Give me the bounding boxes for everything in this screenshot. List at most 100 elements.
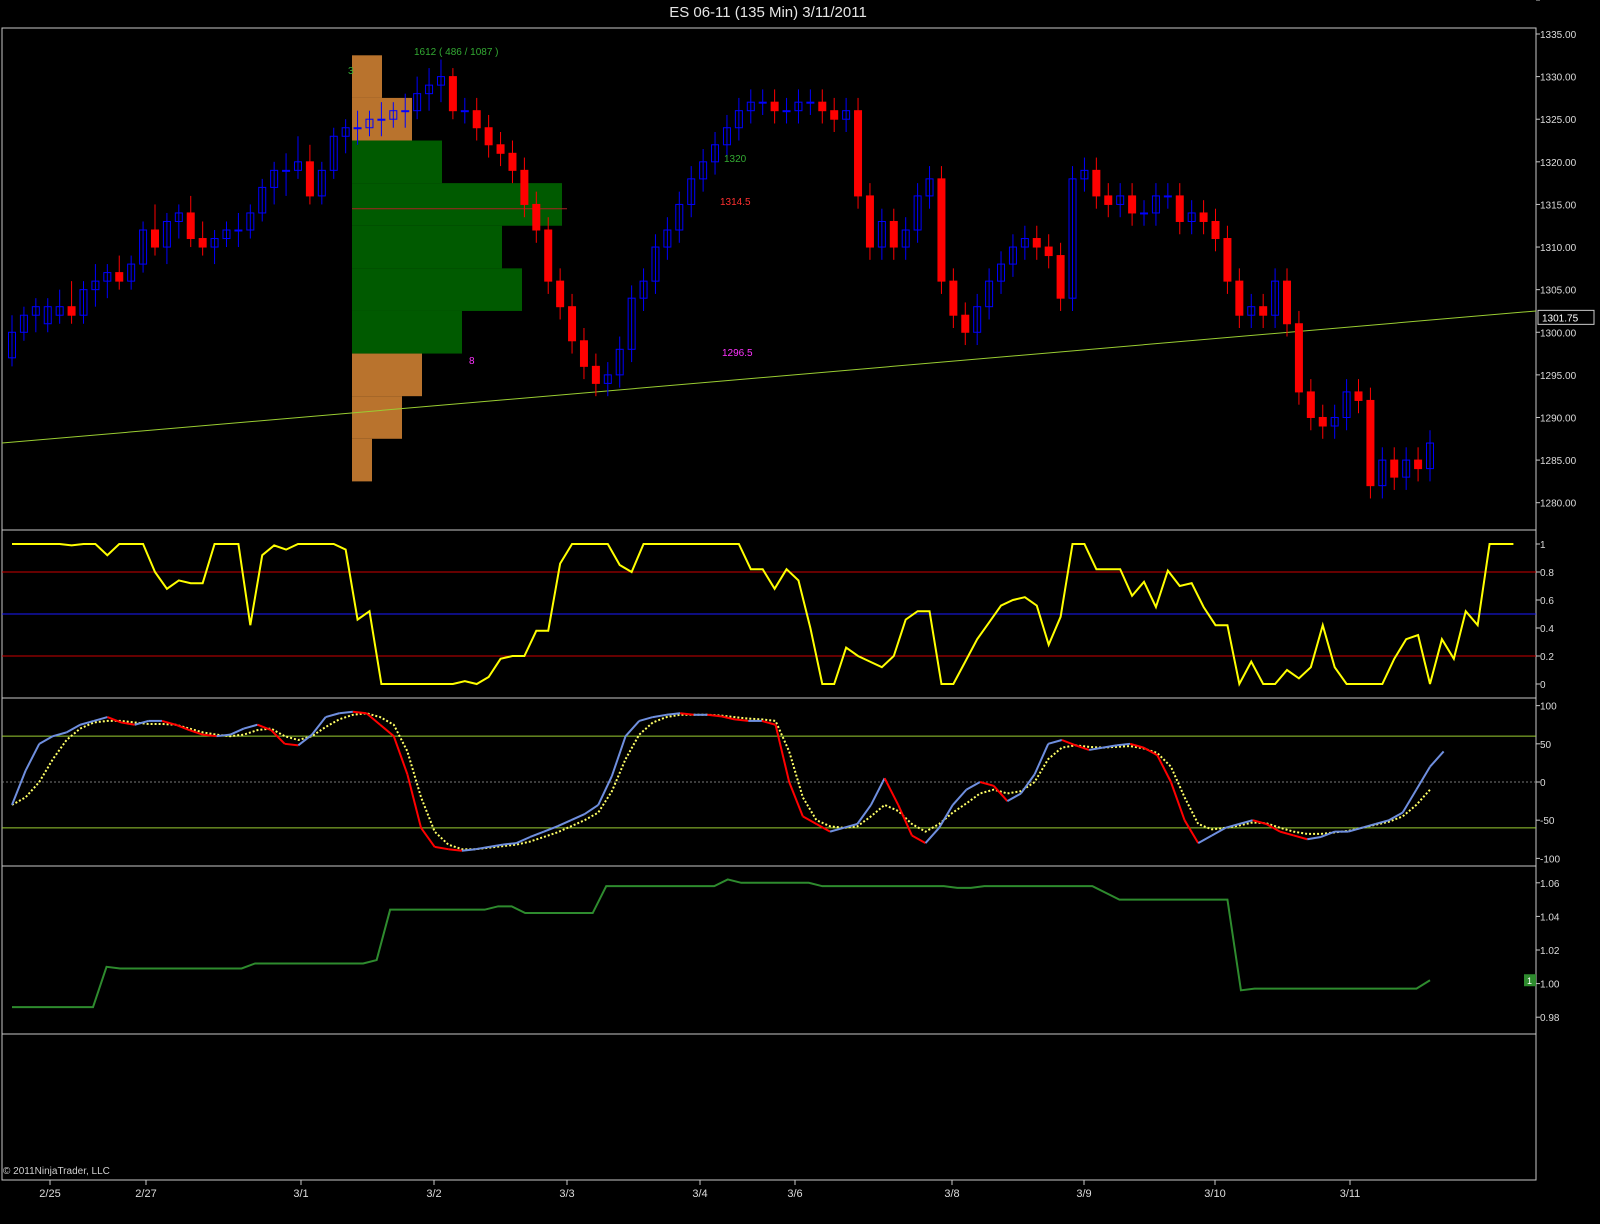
candle-body bbox=[1032, 238, 1041, 248]
axis-tick-label: 1 bbox=[1540, 540, 1546, 551]
axis-tick-label: 1325.00 bbox=[1540, 115, 1577, 126]
axis-tick-label: 1300.00 bbox=[1540, 328, 1577, 339]
stoch-k-segment bbox=[802, 815, 817, 825]
stoch-k-segment bbox=[311, 716, 327, 736]
axis-tick-label: 1295.00 bbox=[1540, 371, 1577, 382]
trend-line bbox=[1, 310, 1537, 444]
stoch-k-segment bbox=[897, 804, 913, 836]
candle-body bbox=[854, 110, 863, 197]
volume-profile-bar bbox=[352, 438, 372, 482]
axis-tick-label: 1320.00 bbox=[1540, 158, 1577, 169]
candle-body bbox=[448, 76, 457, 112]
candle-body bbox=[556, 280, 565, 308]
axis-tick-label: -50 bbox=[1540, 816, 1555, 827]
stoch-k-segment bbox=[339, 710, 353, 715]
date-label: 2/27 bbox=[135, 1188, 156, 1200]
candle-body bbox=[282, 169, 291, 172]
stoch-k-segment bbox=[284, 742, 299, 747]
stoch-k-segment bbox=[243, 723, 258, 730]
candle-body bbox=[1235, 280, 1244, 316]
candle-body bbox=[568, 306, 577, 342]
profile-count-label: 3 bbox=[348, 66, 354, 77]
date-label: 3/4 bbox=[692, 1188, 707, 1200]
candle-body bbox=[818, 101, 827, 112]
stoch-k-segment bbox=[134, 719, 149, 726]
candle-body bbox=[937, 178, 946, 282]
stoch-k-segment bbox=[924, 827, 940, 844]
axis-tick-label: 1.00 bbox=[1540, 980, 1560, 991]
candle-body bbox=[234, 229, 243, 232]
axis-tick-label: 1315.00 bbox=[1540, 200, 1577, 211]
volume-profile-bar bbox=[352, 310, 462, 354]
stoch-k-segment bbox=[1279, 830, 1294, 837]
stoch-k-segment bbox=[911, 834, 927, 844]
stoch-k-segment bbox=[434, 845, 449, 851]
stoch-k-segment bbox=[1183, 819, 1200, 844]
volume-profile-bar bbox=[352, 55, 382, 98]
candle-body bbox=[770, 101, 779, 112]
candle-body bbox=[782, 110, 791, 113]
stoch-k-segment bbox=[965, 781, 981, 791]
stoch-k-segment bbox=[325, 712, 340, 719]
axis-tick-label: 50 bbox=[1540, 740, 1552, 751]
stoch-k-segment bbox=[979, 781, 994, 787]
stoch-k-segment bbox=[1116, 742, 1131, 747]
stoch-k-segment bbox=[543, 825, 558, 833]
stoch-k-segment bbox=[379, 723, 395, 737]
stoch-d-line bbox=[11, 712, 1431, 851]
candle-body bbox=[961, 314, 970, 333]
candle-body bbox=[460, 110, 469, 113]
candle-body bbox=[889, 220, 898, 248]
panel-frame bbox=[1, 1033, 1537, 1181]
volume-profile-bar bbox=[352, 140, 442, 184]
candle-body bbox=[1104, 195, 1113, 205]
axis-tick-label: 0 bbox=[1540, 778, 1546, 789]
panel-frames bbox=[1, 27, 1537, 1181]
stoch-k-segment bbox=[1102, 744, 1117, 749]
level-1296-label: 1296.5 bbox=[722, 348, 753, 359]
candle-body bbox=[1175, 195, 1184, 222]
axis-tick-label: 1.06 bbox=[1540, 879, 1560, 890]
date-label: 3/11 bbox=[1340, 1188, 1361, 1200]
candle-body bbox=[1259, 306, 1268, 316]
volume-profile-bar bbox=[352, 183, 562, 226]
stochastic-panel bbox=[2, 710, 1536, 852]
stoch-k-segment bbox=[1211, 826, 1226, 837]
level-1320-label: 1320 bbox=[724, 154, 747, 165]
stoch-k-segment bbox=[1006, 792, 1022, 802]
last-price-label: 1301.75 bbox=[1542, 313, 1579, 324]
stoch-k-segment bbox=[624, 720, 640, 737]
stoch-k-segment bbox=[870, 777, 886, 806]
axis-tick-label: 1290.00 bbox=[1540, 413, 1577, 424]
stoch-k-segment bbox=[734, 718, 749, 722]
candle-body bbox=[377, 118, 386, 121]
stoch-k-segment bbox=[38, 735, 54, 745]
axis-tick-label: 1280.00 bbox=[1540, 499, 1577, 510]
candle-body bbox=[1199, 212, 1208, 222]
stoch-k-segment bbox=[352, 710, 367, 715]
candle-body bbox=[806, 101, 815, 104]
candle-body bbox=[1294, 323, 1303, 393]
date-label: 3/9 bbox=[1076, 1188, 1091, 1200]
stoch-k-segment bbox=[93, 716, 108, 722]
stoch-k-segment bbox=[461, 848, 476, 852]
stoch-k-segment bbox=[570, 813, 586, 822]
axis-tick-label: 0.2 bbox=[1540, 652, 1554, 663]
stoch-k-segment bbox=[448, 848, 463, 852]
axis-tick-label: 0.98 bbox=[1540, 1013, 1560, 1024]
candle-body bbox=[1354, 391, 1363, 401]
axis-tick-label: 1305.00 bbox=[1540, 286, 1577, 297]
stoch-k-segment bbox=[720, 715, 735, 721]
candle-body bbox=[115, 272, 124, 282]
candle-body bbox=[520, 169, 529, 205]
level-1314-label: 1314.5 bbox=[720, 197, 751, 208]
candle-body bbox=[472, 110, 481, 129]
candle-body bbox=[198, 238, 207, 248]
candle-body bbox=[1390, 459, 1399, 478]
candle-body bbox=[544, 229, 553, 282]
axis-tick-label: -100 bbox=[1540, 854, 1560, 865]
chart-canvas[interactable]: 1612 ( 486 / 1087 ) 3 1320 1314.5 1296.5 8 130… bbox=[0, 0, 1600, 1224]
candle-body bbox=[1318, 416, 1327, 427]
stoch-k-segment bbox=[1293, 834, 1308, 841]
volume-profile-bar bbox=[352, 225, 502, 269]
